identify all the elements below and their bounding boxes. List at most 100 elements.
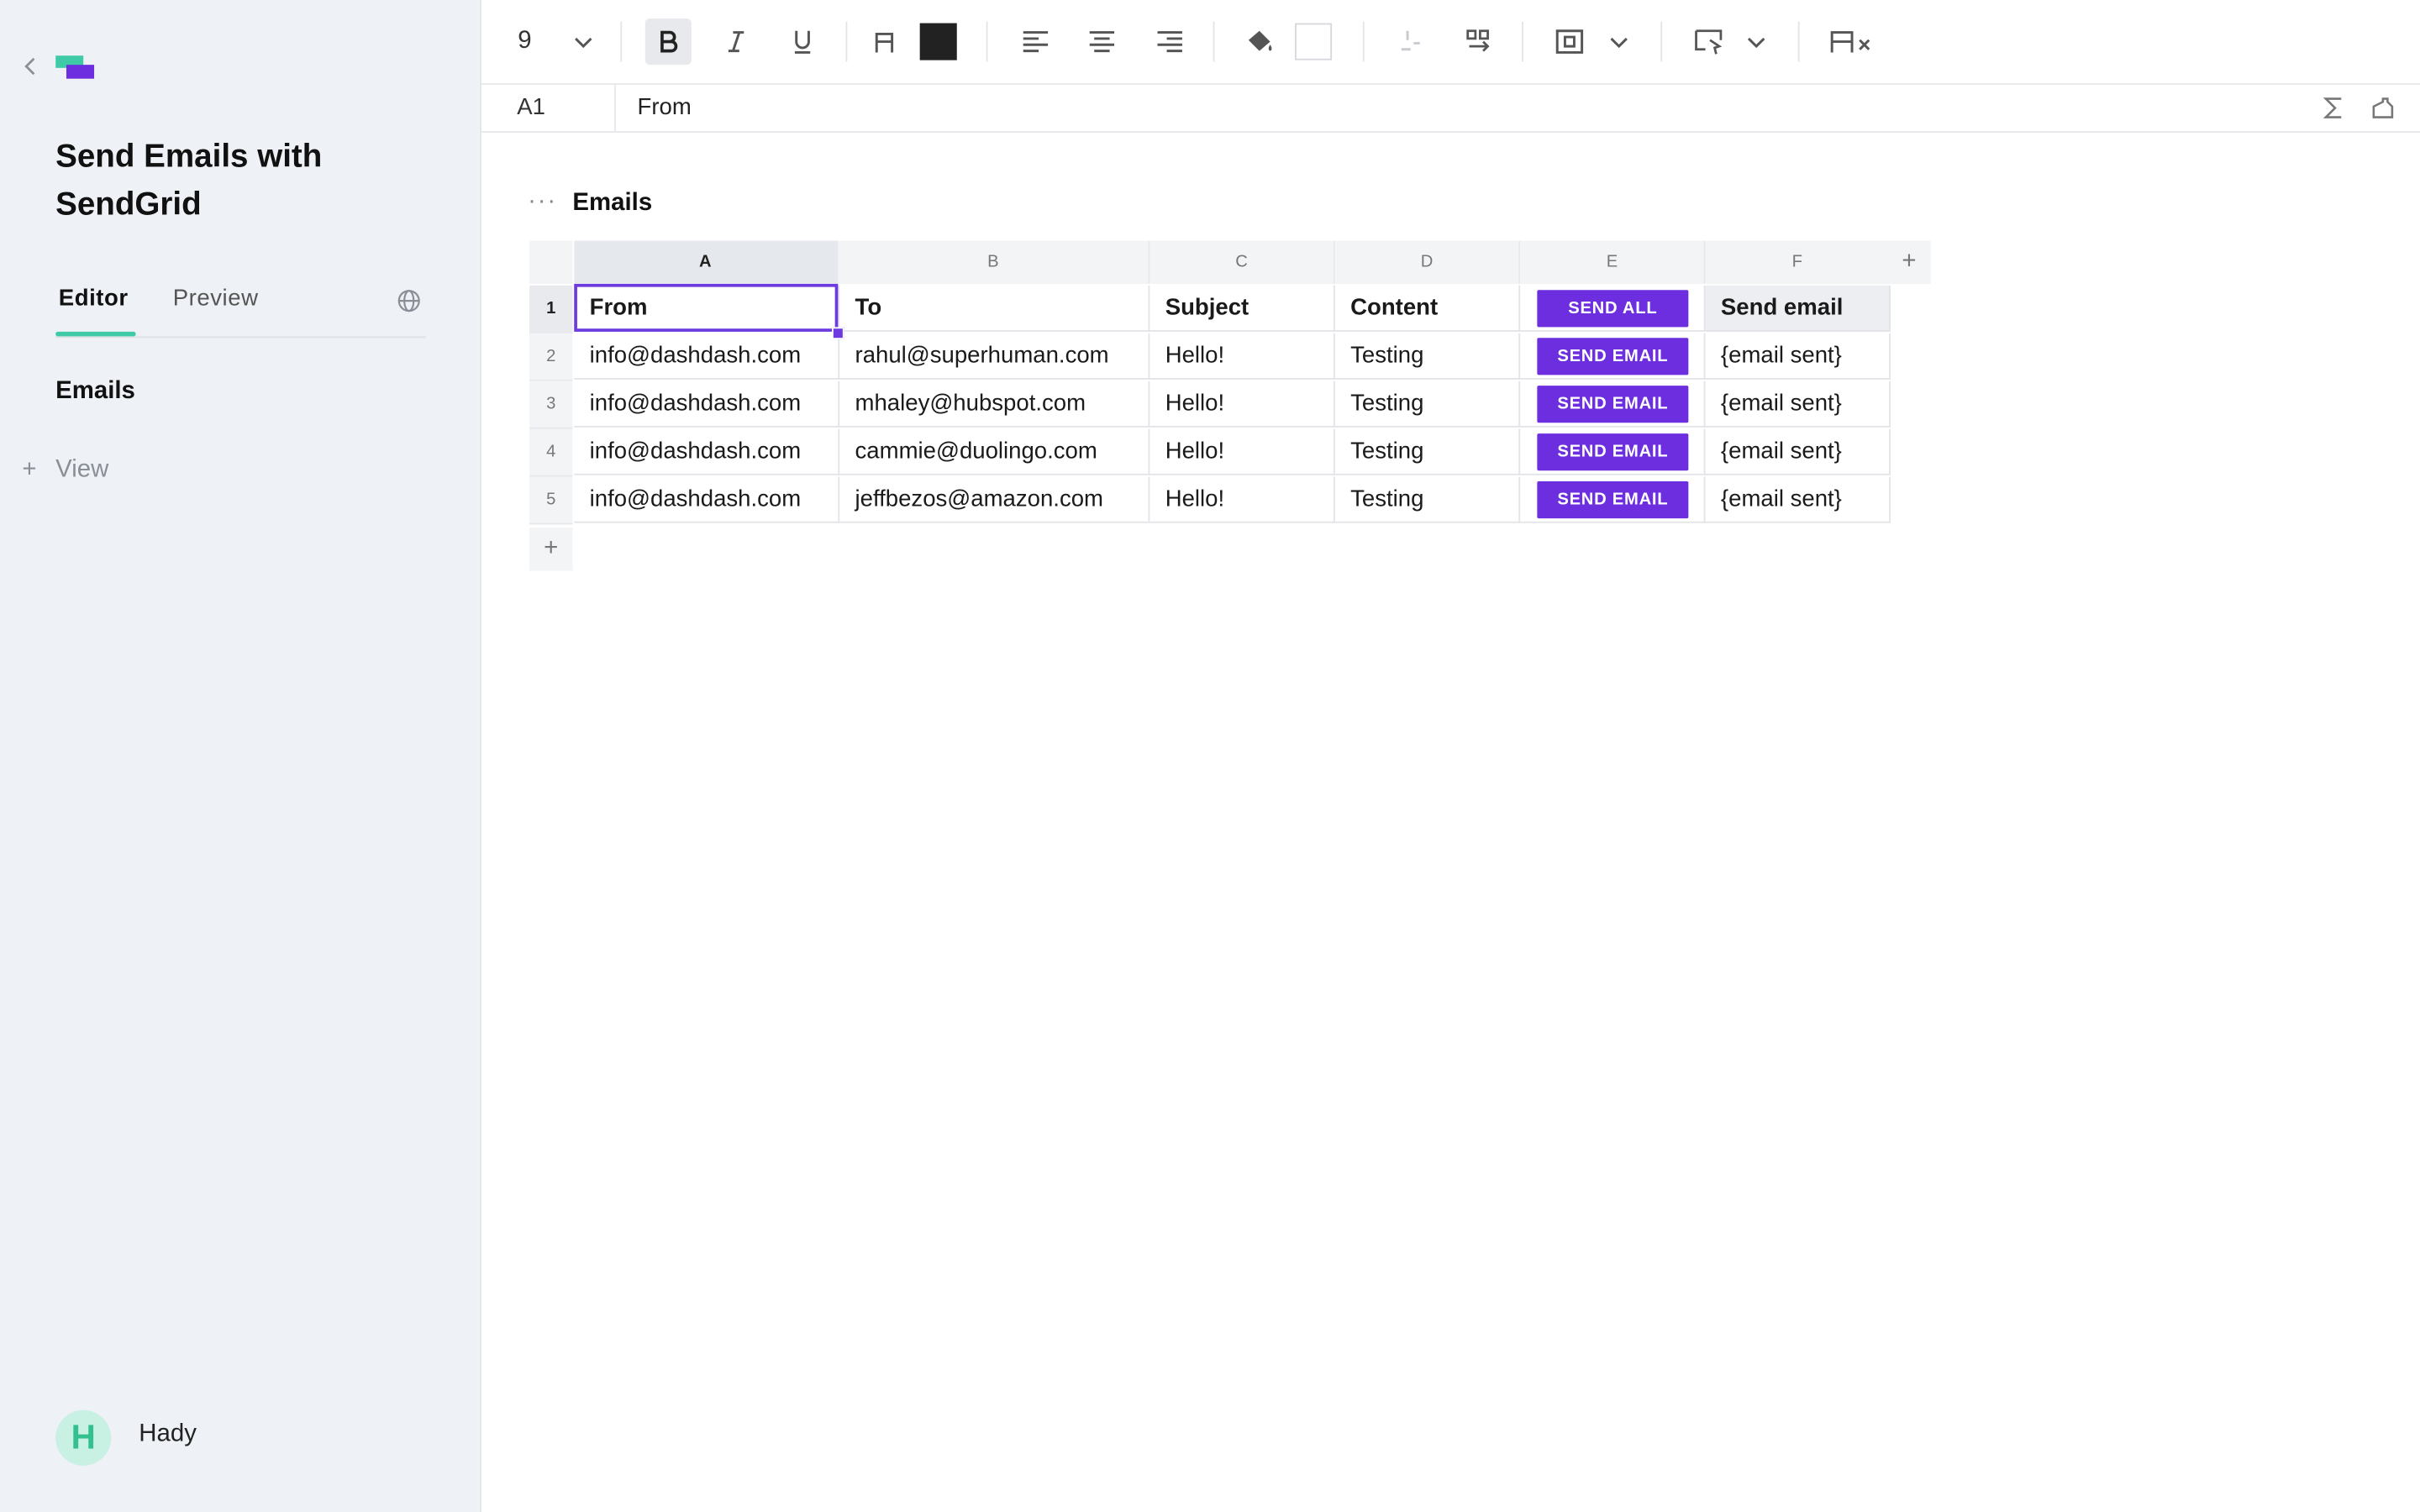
send-email-button[interactable]: SEND EMAIL (1537, 433, 1689, 471)
toolbar-divider (1521, 21, 1523, 62)
underline-button[interactable] (780, 18, 826, 65)
cell-b5[interactable]: jeffbezos@amazon.com (839, 476, 1150, 523)
cell-d4[interactable]: Testing (1334, 428, 1521, 475)
cell-f2[interactable]: {email sent} (1705, 333, 1891, 380)
cell-a5[interactable]: info@dashdash.com (574, 476, 840, 523)
tab-editor[interactable]: Editor (59, 286, 129, 312)
text-color-icon (875, 32, 894, 53)
toolbar-divider (620, 21, 623, 62)
cell-a2[interactable]: info@dashdash.com (574, 333, 840, 380)
sheet-options-icon[interactable]: ··· (528, 188, 557, 216)
bold-button[interactable] (644, 18, 692, 66)
cell-d1[interactable]: Content (1334, 285, 1521, 332)
row-header-1[interactable]: 1 (529, 285, 573, 333)
plus-icon: + (22, 456, 37, 483)
row-header-2[interactable]: 2 (529, 333, 573, 381)
tab-preview[interactable]: Preview (173, 286, 259, 312)
cell-b4[interactable]: cammie@duolingo.com (839, 428, 1150, 475)
cell-b2[interactable]: rahul@superhuman.com (839, 333, 1150, 380)
cell-c4[interactable]: Hello! (1150, 428, 1335, 475)
formula-bar: A1 From (481, 85, 2420, 133)
text-color-swatch[interactable] (918, 18, 959, 65)
add-column-button[interactable]: + (1887, 240, 1931, 284)
cell-d3[interactable]: Testing (1334, 381, 1521, 428)
fill-handle[interactable] (831, 327, 844, 340)
italic-icon (728, 31, 744, 53)
cell-f3[interactable]: {email sent} (1705, 381, 1891, 428)
chevron-down-icon (1747, 37, 1765, 49)
align-center-icon (1089, 31, 1115, 53)
avatar: H (55, 1410, 112, 1466)
merge-cells-button[interactable] (1387, 18, 1434, 65)
send-email-button[interactable]: SEND EMAIL (1537, 338, 1689, 375)
sidebar-item-emails[interactable]: Emails (55, 378, 135, 406)
cell-c3[interactable]: Hello! (1150, 381, 1335, 428)
fill-color-swatch[interactable] (1293, 18, 1334, 65)
column-header-a[interactable]: A (574, 240, 839, 284)
text-color-button[interactable] (861, 18, 908, 65)
cell-type-dropdown[interactable] (1741, 18, 1772, 65)
cell-d5[interactable]: Testing (1334, 476, 1521, 523)
row-header-5[interactable]: 5 (529, 476, 573, 525)
align-right-icon (1157, 31, 1182, 53)
sigma-icon[interactable] (2321, 96, 2345, 120)
align-left-button[interactable] (1013, 18, 1059, 65)
clear-format-icon (1830, 31, 1870, 53)
cell-a3[interactable]: info@dashdash.com (574, 381, 840, 428)
send-all-button[interactable]: SEND ALL (1537, 290, 1689, 328)
column-header-d[interactable]: D (1334, 240, 1521, 284)
grid-corner[interactable] (529, 240, 573, 284)
user-name: Hady (139, 1420, 197, 1447)
add-view-label: View (55, 456, 109, 483)
sidebar: Send Emails with SendGrid Editor Preview… (0, 0, 482, 1512)
send-email-button[interactable]: SEND EMAIL (1537, 386, 1689, 423)
cell-type-button[interactable] (1686, 18, 1732, 65)
font-size-value[interactable]: 9 (513, 18, 537, 65)
format-icon (1555, 29, 1584, 54)
row-header-4[interactable]: 4 (529, 428, 573, 477)
paint-bucket-icon (1248, 30, 1272, 51)
add-row-button[interactable]: + (529, 528, 573, 571)
cell-a4[interactable]: info@dashdash.com (574, 428, 840, 475)
column-header-f[interactable]: F (1705, 240, 1891, 284)
chevron-down-icon (1610, 37, 1628, 49)
cell-d2[interactable]: Testing (1334, 333, 1521, 380)
cell-b3[interactable]: mhaley@hubspot.com (839, 381, 1150, 428)
format-dropdown[interactable] (1603, 18, 1634, 65)
logo-icon[interactable] (55, 55, 96, 80)
cell-b1[interactable]: To (839, 285, 1150, 332)
cell-c2[interactable]: Hello! (1150, 333, 1335, 380)
cell-reference[interactable]: A1 (517, 94, 545, 120)
toolbar-divider (1362, 21, 1365, 62)
align-right-button[interactable] (1147, 18, 1193, 65)
formula-input[interactable]: From (638, 94, 692, 120)
column-header-b[interactable]: B (838, 240, 1150, 284)
fill-color-swatch-box (1294, 23, 1333, 60)
cell-f5[interactable]: {email sent} (1705, 476, 1891, 523)
format-button[interactable] (1546, 18, 1592, 65)
cell-c5[interactable]: Hello! (1150, 476, 1335, 523)
fill-color-button[interactable] (1236, 18, 1282, 65)
plugin-icon[interactable] (2370, 96, 2395, 120)
cell-f1[interactable]: Send email (1705, 285, 1891, 332)
italic-button[interactable] (713, 18, 760, 65)
cursor-select-icon (1695, 29, 1723, 55)
send-email-button[interactable]: SEND EMAIL (1537, 481, 1689, 519)
cell-c1[interactable]: Subject (1150, 285, 1335, 332)
cell-f4[interactable]: {email sent} (1705, 428, 1891, 475)
chevron-left-icon[interactable] (20, 55, 42, 77)
chevron-down-icon (575, 37, 592, 49)
add-view-button[interactable]: + View (18, 457, 108, 485)
row-header-3[interactable]: 3 (529, 381, 573, 429)
column-header-e[interactable]: E (1520, 240, 1706, 284)
align-left-icon (1023, 31, 1049, 53)
column-header-c[interactable]: C (1150, 240, 1335, 284)
font-size-dropdown[interactable] (568, 18, 599, 65)
toolbar: 9 (481, 0, 2420, 86)
globe-icon[interactable] (397, 288, 421, 312)
clear-format-button[interactable] (1824, 18, 1880, 65)
align-center-button[interactable] (1079, 18, 1125, 65)
sheet-title: Emails (572, 189, 653, 217)
wrap-text-button[interactable] (1455, 18, 1502, 65)
selected-cell-outline (574, 283, 839, 332)
